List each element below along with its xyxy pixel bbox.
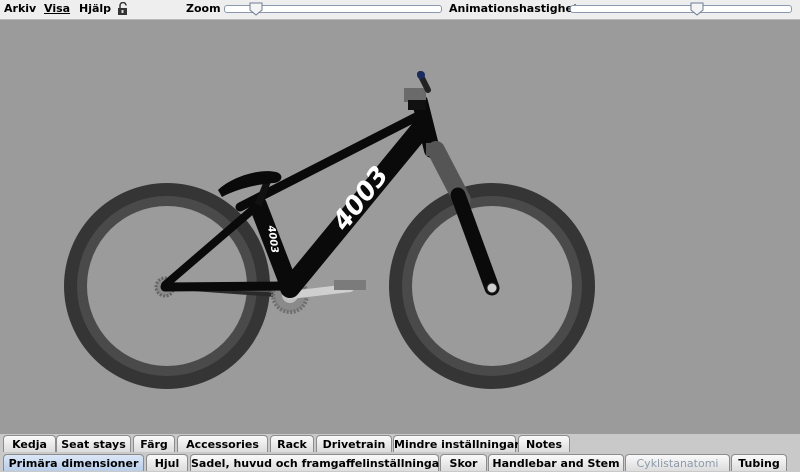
tab-sadel-huvud-och-framgaffelinstallningar[interactable]: Sadel, huvud och framgaffelinställningar [190,454,445,471]
tab-mindre-installningar[interactable]: Mindre inställningar [393,435,520,452]
menu-visa-label: Visa [44,2,71,15]
tab-hjul[interactable]: Hjul [146,454,188,471]
zoom-slider-thumb[interactable] [249,2,263,16]
tab-handlebar-and-stem[interactable]: Handlebar and Stem [488,454,624,471]
front-hub [486,282,498,294]
menu-arkiv[interactable]: Arkiv [4,2,36,15]
tab-cyklistanatomi: Cyklistanatomi [625,454,730,471]
tab-farg[interactable]: Färg [133,435,175,452]
tab-rack[interactable]: Rack [270,435,314,452]
zoom-label: Zoom [186,2,221,15]
zoom-slider[interactable] [224,2,442,16]
settings-tabs: Kedja Seat stays Färg Accessories Rack Drivet… [0,434,800,472]
animation-speed-label: Animationshastighet [449,2,579,15]
menu-visa[interactable]: Visa [44,2,70,15]
downtube-decal: 4003 [326,161,395,237]
tab-tubing[interactable]: Tubing [731,454,787,471]
menu-bar: Arkiv Visa Hjälp Zoom Animationshastighe… [0,0,800,20]
tab-accessories[interactable]: Accessories [177,435,268,452]
tab-kedja[interactable]: Kedja [3,435,56,452]
menu-hjalp[interactable]: Hjälp [79,2,111,15]
tab-seat-stays[interactable]: Seat stays [56,435,131,452]
tab-notes[interactable]: Notes [518,435,570,452]
bike-canvas[interactable]: 4003 4003 [0,20,800,434]
tab-skor[interactable]: Skor [440,454,487,471]
tab-drivetrain[interactable]: Drivetrain [316,435,392,452]
animation-speed-slider-thumb[interactable] [690,2,704,16]
tab-primara-dimensioner[interactable]: Primära dimensioner [3,454,144,471]
animation-speed-slider[interactable] [570,2,792,16]
lock-icon[interactable] [117,2,130,16]
